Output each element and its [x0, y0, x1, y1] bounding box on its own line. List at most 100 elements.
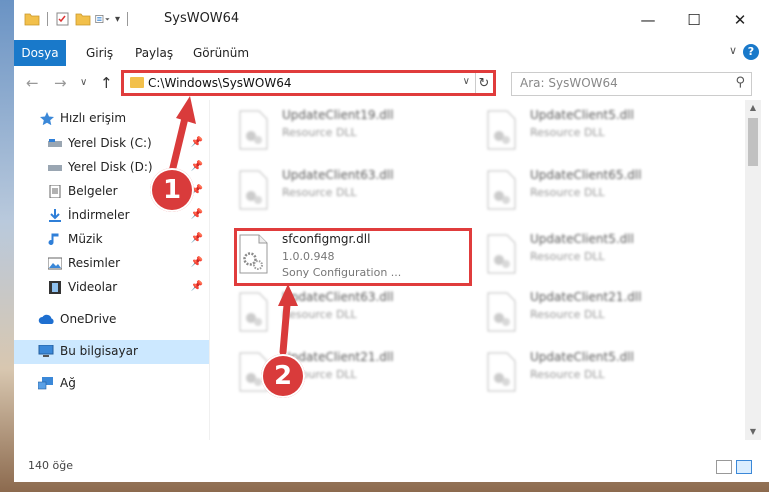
- toolbar-dropdown-icon[interactable]: ▾: [115, 14, 120, 25]
- file-highlight-box: [234, 228, 472, 286]
- file-name: UpdateClient65.dll: [530, 168, 642, 182]
- computer-icon: [38, 345, 54, 357]
- navigation-bar: ← → ∨ ↑ C:\Windows\SysWOW64 ∨ ↻ Ara: Sys…: [14, 66, 769, 100]
- toolbar-separator: [127, 12, 129, 26]
- toolbar-separator: [47, 12, 48, 26]
- pin-icon[interactable]: 📌: [191, 161, 203, 172]
- back-arrow-icon[interactable]: ←: [26, 74, 39, 92]
- sidebar-item-label: Müzik: [68, 232, 103, 246]
- file-type: Resource DLL: [530, 308, 605, 321]
- sidebar-item-quick-access[interactable]: Hızlı erişim: [14, 107, 209, 131]
- file-item[interactable]: UpdateClient63.dll Resource DLL: [210, 286, 450, 346]
- file-item[interactable]: UpdateClient5.dll Resource DLL: [458, 104, 698, 164]
- videos-icon: [49, 281, 61, 294]
- pin-icon[interactable]: 📌: [191, 209, 203, 220]
- sidebar-item-label: Yerel Disk (C:): [68, 136, 152, 150]
- dll-file-icon: [487, 110, 516, 150]
- vertical-scrollbar[interactable]: ▲ ▼: [745, 100, 761, 440]
- sidebar-item-label: İndirmeler: [68, 208, 130, 222]
- file-item[interactable]: UpdateClient5.dll Resource DLL: [458, 228, 698, 288]
- pin-icon[interactable]: 📌: [191, 257, 203, 268]
- scroll-up-icon[interactable]: ▲: [745, 100, 761, 116]
- file-name: UpdateClient5.dll: [530, 350, 634, 364]
- customize-toolbar-icon[interactable]: [95, 12, 111, 26]
- file-item[interactable]: UpdateClient21.dll Resource DLL: [210, 346, 450, 406]
- status-bar: 140 öğe: [14, 452, 769, 482]
- dll-file-icon: [487, 292, 516, 332]
- up-arrow-icon[interactable]: ↑: [100, 74, 113, 92]
- dll-file-icon: [239, 170, 268, 210]
- sidebar-item-pictures[interactable]: Resimler 📌: [14, 252, 209, 276]
- pin-icon[interactable]: 📌: [191, 233, 203, 244]
- address-highlight-box: [121, 70, 496, 96]
- tab-file[interactable]: Dosya: [14, 40, 66, 66]
- sidebar-item-label: Resimler: [68, 256, 121, 270]
- file-item[interactable]: UpdateClient65.dll Resource DLL: [458, 164, 698, 224]
- maximize-button[interactable]: ☐: [671, 8, 717, 32]
- tab-share[interactable]: Paylaş: [135, 40, 173, 66]
- search-placeholder: Ara: SysWOW64: [520, 76, 618, 90]
- file-name: UpdateClient5.dll: [530, 108, 634, 122]
- file-item[interactable]: UpdateClient5.dll Resource DLL: [458, 346, 698, 406]
- file-type: Resource DLL: [530, 250, 605, 263]
- file-name: UpdateClient21.dll: [530, 290, 642, 304]
- ribbon-tabs: Dosya Giriş Paylaş Görünüm ∨ ?: [14, 40, 769, 67]
- navigation-pane: Hızlı erişim Yerel Disk (C:) 📌 Yerel Dis…: [14, 100, 209, 442]
- details-view-icon[interactable]: [716, 460, 732, 474]
- scrollbar-thumb[interactable]: [748, 118, 758, 166]
- ribbon-collapse-icon[interactable]: ∨: [729, 44, 737, 57]
- file-name: UpdateClient63.dll: [282, 290, 394, 304]
- window-title: SysWOW64: [164, 11, 240, 26]
- sidebar-item-network[interactable]: Ağ: [14, 372, 209, 396]
- item-count: 140 öğe: [28, 459, 73, 472]
- minimize-button[interactable]: —: [625, 8, 671, 32]
- sidebar-item-label: Yerel Disk (D:): [68, 160, 153, 174]
- dll-file-icon: [487, 170, 516, 210]
- close-button[interactable]: ✕: [717, 8, 763, 32]
- file-item[interactable]: UpdateClient63.dll Resource DLL: [210, 164, 450, 224]
- file-name: UpdateClient19.dll: [282, 108, 394, 122]
- drive-icon: [48, 139, 62, 147]
- sidebar-item-label: OneDrive: [60, 312, 117, 326]
- cloud-icon: [38, 314, 54, 324]
- sidebar-item-label: Bu bilgisayar: [60, 344, 138, 358]
- file-type: Resource DLL: [282, 186, 357, 199]
- sidebar-item-label: Hızlı erişim: [60, 111, 127, 125]
- music-icon: [48, 233, 59, 246]
- sidebar-item-label: Belgeler: [68, 184, 118, 198]
- recent-locations-icon[interactable]: ∨: [80, 77, 87, 88]
- network-icon: [38, 377, 53, 390]
- pin-icon[interactable]: 📌: [191, 137, 203, 148]
- new-folder-icon[interactable]: [75, 12, 91, 26]
- sidebar-item-onedrive[interactable]: OneDrive: [14, 308, 209, 332]
- properties-icon[interactable]: [55, 12, 71, 26]
- sidebar-item-this-pc[interactable]: Bu bilgisayar: [14, 340, 209, 364]
- pin-icon[interactable]: 📌: [191, 281, 203, 292]
- quick-access-toolbar: ▾: [24, 12, 131, 26]
- pictures-icon: [48, 257, 62, 270]
- search-icon[interactable]: ⚲: [735, 75, 745, 90]
- download-icon: [49, 209, 61, 222]
- step-badge-1: 1: [150, 168, 194, 212]
- file-item[interactable]: UpdateClient21.dll Resource DLL: [458, 286, 698, 346]
- step-badge-2: 2: [261, 354, 305, 398]
- sidebar-item-local-disk-c[interactable]: Yerel Disk (C:) 📌: [14, 132, 209, 156]
- documents-icon: [49, 185, 61, 198]
- forward-arrow-icon[interactable]: →: [54, 74, 67, 92]
- large-icons-view-icon[interactable]: [736, 460, 752, 474]
- sidebar-item-music[interactable]: Müzik 📌: [14, 228, 209, 252]
- help-icon[interactable]: ?: [743, 44, 759, 60]
- dll-file-icon: [487, 234, 516, 274]
- file-type: Resource DLL: [530, 368, 605, 381]
- search-input[interactable]: Ara: SysWOW64 ⚲: [511, 72, 752, 96]
- star-icon: [40, 112, 54, 125]
- tab-view[interactable]: Görünüm: [193, 40, 249, 66]
- title-bar: ▾ SysWOW64 — ☐ ✕: [14, 0, 769, 40]
- scroll-down-icon[interactable]: ▼: [745, 424, 761, 440]
- sidebar-item-videos[interactable]: Videolar 📌: [14, 276, 209, 300]
- folder-icon[interactable]: [24, 12, 40, 26]
- tab-home[interactable]: Giriş: [86, 40, 113, 66]
- file-type: Resource DLL: [282, 126, 357, 139]
- file-item[interactable]: UpdateClient19.dll Resource DLL: [210, 104, 450, 164]
- sidebar-item-label: Ağ: [60, 376, 76, 390]
